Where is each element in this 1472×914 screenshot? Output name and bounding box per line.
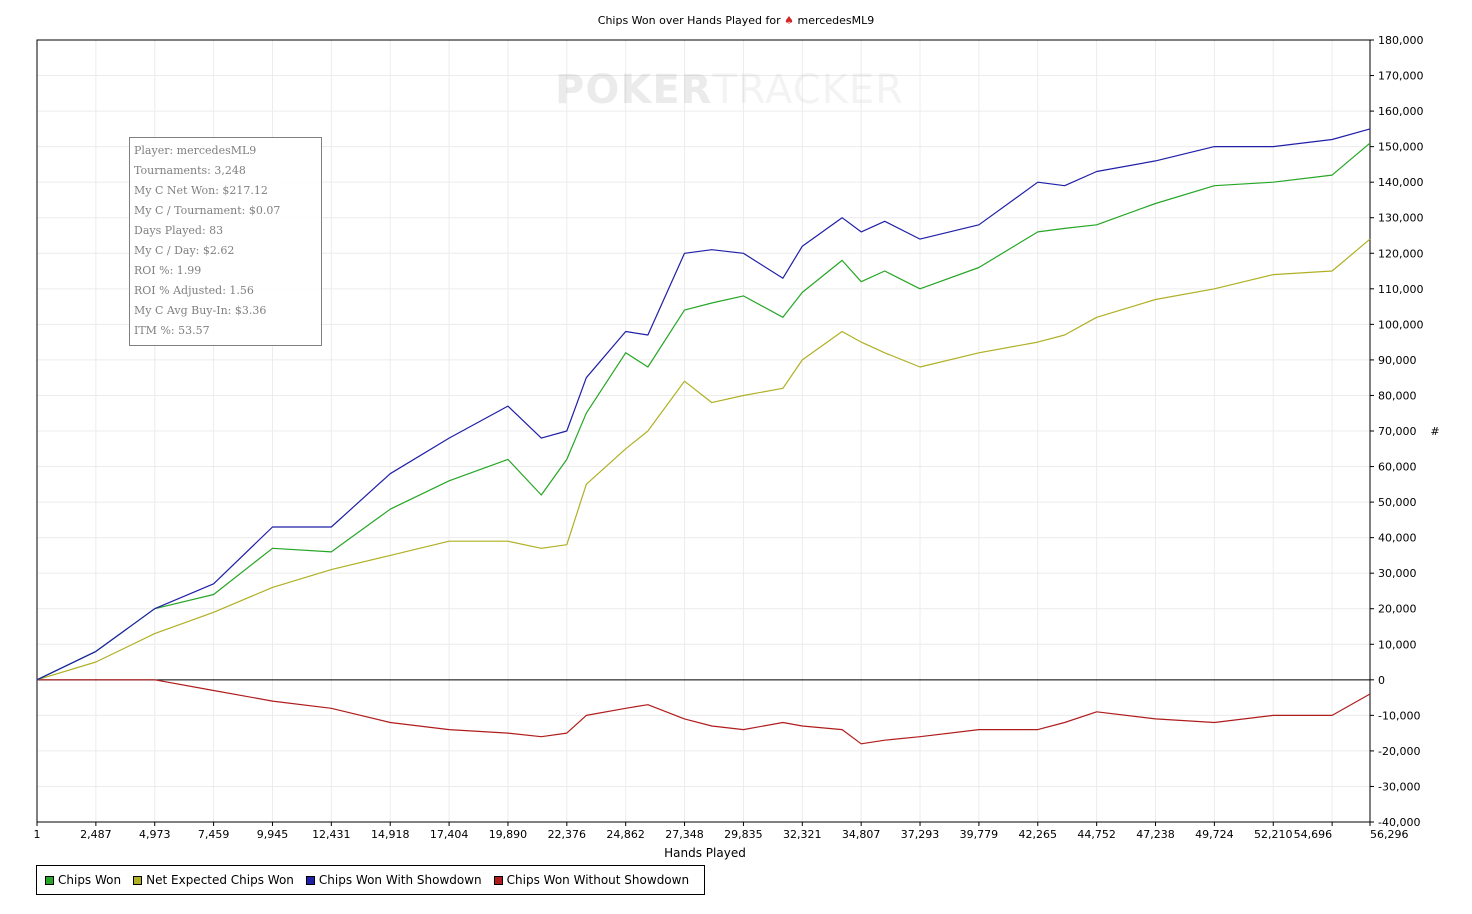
x-tick-label: 24,862 [606,828,645,841]
x-tick-label: 2,487 [80,828,112,841]
x-tick-label: 44,752 [1077,828,1116,841]
x-tick-label: 27,348 [665,828,704,841]
stats-line: ROI % Adjusted: 1.56 [134,284,254,297]
y-axis-label: # [1430,425,1440,438]
legend-item: Net Expected Chips Won [133,873,294,887]
stats-line: My C / Tournament: $0.07 [134,204,281,217]
y-tick-label: 70,000 [1378,425,1417,438]
chart-title-prefix: Chips Won over Hands Played for [597,14,781,27]
y-tick-label: 50,000 [1378,496,1417,509]
y-tick-label: 0 [1378,674,1385,687]
x-tick-label: 29,835 [724,828,763,841]
y-tick-label: -30,000 [1378,780,1420,793]
x-axis-label: Hands Played [664,846,746,860]
x-tick-label: 19,890 [489,828,528,841]
x-tick-label: 12,431 [312,828,351,841]
x-tick-label: 34,807 [842,828,881,841]
pokertracker-watermark-logo: POKERTRACKER [555,67,904,113]
x-tick-label: 4,973 [139,828,171,841]
legend-swatch [133,875,143,885]
y-tick-label: -40,000 [1378,816,1420,829]
stats-line: Tournaments: 3,248 [134,164,246,177]
y-tick-label: 30,000 [1378,567,1417,580]
x-tick-label: 37,293 [901,828,940,841]
legend-label: Chips Won With Showdown [318,873,482,887]
stats-line: ITM %: 53.57 [134,324,210,337]
y-tick-label: 80,000 [1378,389,1417,402]
player-stats-box: Player: mercedesML9 Tournaments: 3,248 My … [129,137,322,346]
legend-item: Chips Won With Showdown [305,873,482,887]
x-tick-label: 49,724 [1195,828,1234,841]
y-tick-label: 180,000 [1378,34,1424,47]
y-tick-label: 140,000 [1378,176,1424,189]
watermark-part-tracker: TRACKER [712,67,904,113]
x-tick-label: 17,404 [430,828,469,841]
legend-label: Net Expected Chips Won [146,873,294,887]
x-tick-label: 9,945 [257,828,289,841]
y-tick-label: 110,000 [1378,283,1424,296]
legend-label: Chips Won Without Showdown [506,873,690,887]
legend-label: Chips Won [58,873,122,887]
x-tick-label: 47,238 [1136,828,1175,841]
x-tick-label: 7,459 [198,828,230,841]
stats-line: Player: mercedesML9 [134,144,257,157]
y-tick-label: 150,000 [1378,141,1424,154]
x-tick-label: 42,265 [1019,828,1058,841]
x-tick-label: 56,296 [1370,828,1409,841]
legend-item: Chips Won Without Showdown [493,873,690,887]
stats-line: My C Net Won: $217.12 [134,184,268,197]
y-tick-label: 10,000 [1378,638,1417,651]
y-tick-label: 120,000 [1378,247,1424,260]
y-tick-label: 170,000 [1378,70,1424,83]
stats-line: Days Played: 83 [134,224,224,237]
y-tick-label: 60,000 [1378,461,1417,474]
spade-icon: ♠ [784,14,795,27]
y-tick-label: 160,000 [1378,105,1424,118]
stats-line: My C Avg Buy-In: $3.36 [134,304,267,317]
x-tick-label: 54,696 [1294,828,1333,841]
legend-swatch [45,875,54,885]
chart-legend: Chips Won Net Expected Chips Won Chips Won… [36,865,705,895]
x-tick-label: 1 [34,828,41,841]
y-tick-label: 40,000 [1378,532,1417,545]
chart-title-player: mercedesML9 [797,14,875,27]
legend-item: Chips Won [45,873,121,887]
y-tick-label: -10,000 [1378,709,1420,722]
y-tick-label: 100,000 [1378,318,1424,331]
x-tick-label: 52,210 [1254,828,1293,841]
stats-line: My C / Day: $2.62 [134,244,235,257]
y-tick-label: 20,000 [1378,603,1417,616]
chart-title: Chips Won over Hands Played for ♠ merced… [0,14,1472,27]
x-tick-label: 39,779 [960,828,999,841]
legend-swatch [305,875,315,885]
y-tick-label: -20,000 [1378,745,1420,758]
x-tick-label: 14,918 [371,828,410,841]
series-line-chips-won-without-showdown [37,679,1371,745]
legend-swatch [493,875,503,885]
x-tick-label: 32,321 [783,828,822,841]
x-tick-label: 22,376 [548,828,587,841]
y-tick-label: 130,000 [1378,212,1424,225]
stats-line: ROI %: 1.99 [134,264,202,277]
y-tick-label: 90,000 [1378,354,1417,367]
watermark-part-poker: POKER [555,67,713,113]
